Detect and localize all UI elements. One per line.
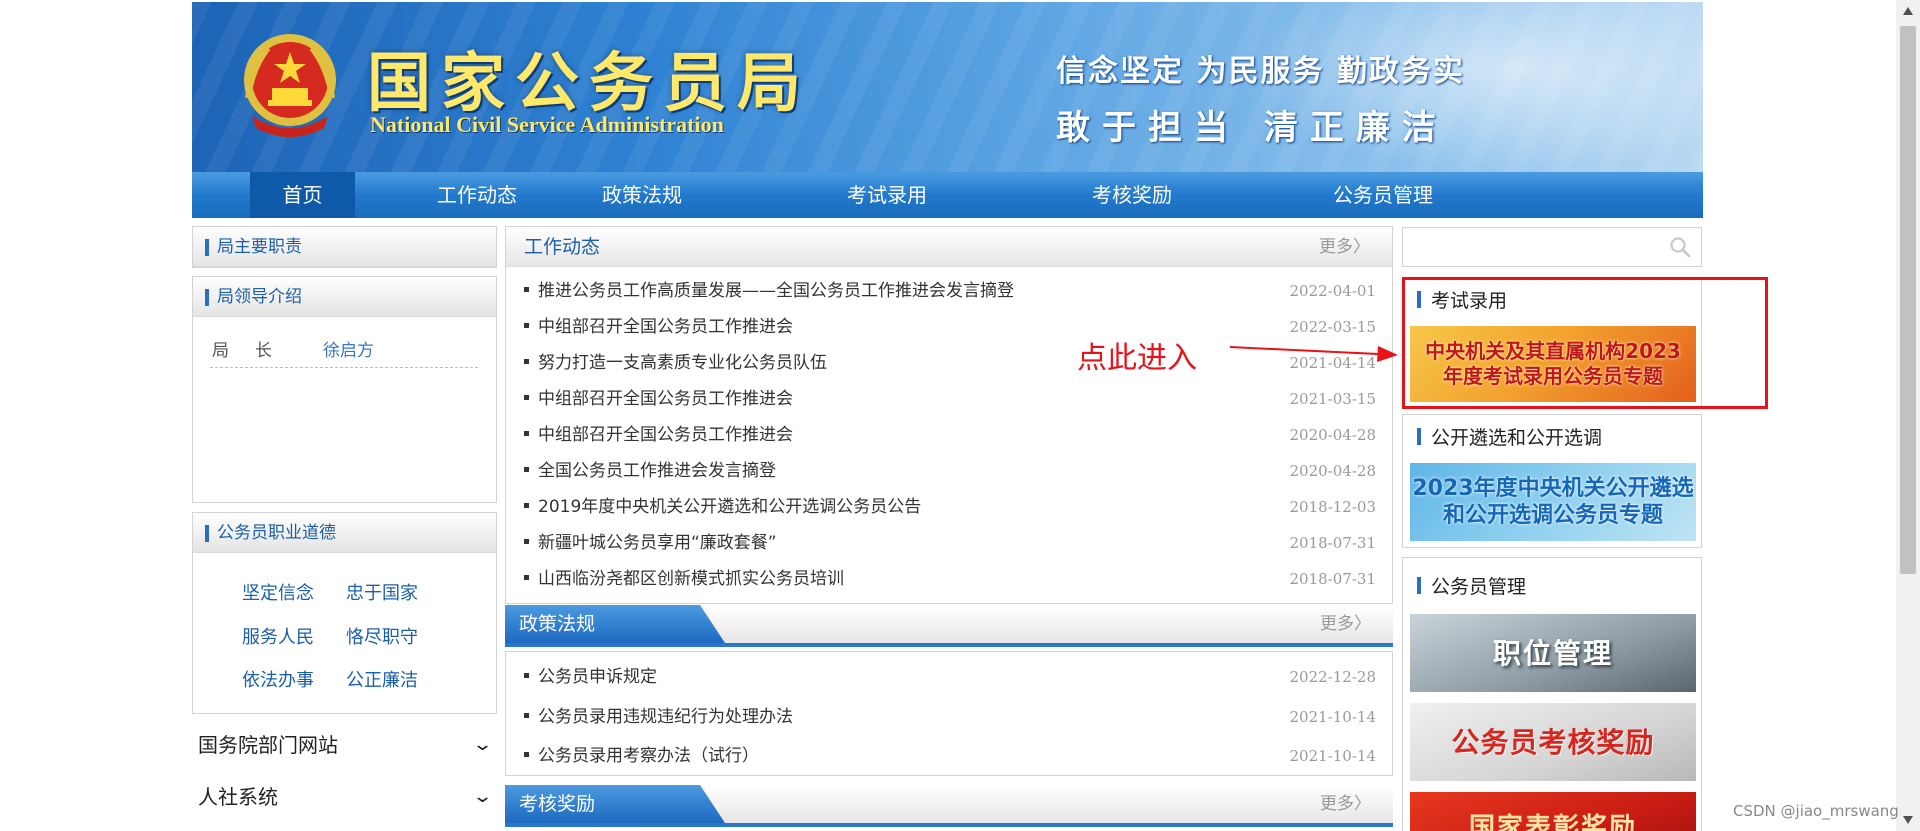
nav-item-policy[interactable]: 政策法规 xyxy=(582,172,702,218)
news-item[interactable]: 全国公务员工作推进会发言摘登 2020-04-28 xyxy=(524,457,1376,485)
news-item[interactable]: 2019年度中央机关公开遴选和公开选调公务员公告 2018-12-03 xyxy=(524,493,1376,521)
ethics-item[interactable]: 服务人民 xyxy=(242,623,314,649)
ethics-item[interactable]: 公正廉洁 xyxy=(346,666,418,692)
news-item[interactable]: 推进公务员工作高质量发展——全国公务员工作推进会发言摘登 2022-04-01 xyxy=(524,277,1376,305)
slogan-line-1: 信念坚定 为民服务 勤政务实 xyxy=(1056,54,1465,89)
arrow-right-icon xyxy=(1229,346,1398,362)
site-title-cn: 国家公务员局 xyxy=(367,46,811,121)
ethics-item[interactable]: 依法办事 xyxy=(242,666,314,692)
dropdown-hr-system[interactable]: 人社系统 ⌄ xyxy=(198,773,496,821)
reward-header: 考核奖励 更多〉 xyxy=(505,785,1393,827)
dropdown-label: 人社系统 xyxy=(198,785,278,809)
scrollbar-thumb[interactable] xyxy=(1900,26,1916,574)
ethics-box: 公务员职业道德 xyxy=(192,512,497,714)
vertical-scrollbar[interactable] xyxy=(1896,0,1920,831)
page: 国家公务员局 National Civil Service Administra… xyxy=(0,0,1920,831)
selection-title[interactable]: 公开遴选和公开选调 xyxy=(1417,423,1602,450)
dropdown-state-council-sites[interactable]: 国务院部门网站 ⌄ xyxy=(198,721,496,769)
policy-item[interactable]: 公务员录用考察办法（试行） 2021-10-14 xyxy=(524,742,1376,770)
nav-item-work-news[interactable]: 工作动态 xyxy=(417,172,537,218)
policy-title[interactable]: 政策法规 xyxy=(519,605,595,643)
reward-title[interactable]: 考核奖励 xyxy=(519,785,595,823)
search-input[interactable] xyxy=(1411,234,1661,262)
leader-name-link[interactable]: 徐启方 xyxy=(323,336,374,361)
position-management-banner[interactable]: 职位管理 xyxy=(1410,614,1696,692)
leader-role: 局长 xyxy=(212,341,298,361)
chevron-down-icon: ⌄ xyxy=(471,734,494,755)
management-box: 公务员管理 xyxy=(1402,557,1702,831)
leaders-box: 局领导介绍 xyxy=(192,276,497,503)
nav-item-home[interactable]: 首页 xyxy=(250,172,355,218)
leader-row: 局长 徐启方 xyxy=(210,336,478,368)
annotation-label: 点此进入 xyxy=(1077,341,1197,376)
search-icon[interactable] xyxy=(1669,236,1691,258)
management-title[interactable]: 公务员管理 xyxy=(1417,572,1526,599)
news-item[interactable]: 山西临汾尧都区创新模式抓实公务员培训 2018-07-31 xyxy=(524,565,1376,593)
ethics-item[interactable]: 忠于国家 xyxy=(346,579,418,605)
chevron-down-icon: ⌄ xyxy=(471,786,494,807)
leaders-header[interactable]: 局领导介绍 xyxy=(193,277,496,317)
ethics-item[interactable]: 坚定信念 xyxy=(242,579,314,605)
news-item[interactable]: 中组部召开全国公务员工作推进会 2021-03-15 xyxy=(524,385,1376,413)
nav-item-management[interactable]: 公务员管理 xyxy=(1308,172,1458,218)
policy-item[interactable]: 公务员申诉规定 2022-12-28 xyxy=(524,663,1376,691)
policy-header: 政策法规 更多〉 xyxy=(505,605,1393,647)
scroll-down-icon[interactable] xyxy=(1902,815,1914,825)
site-banner: 国家公务员局 National Civil Service Administra… xyxy=(192,2,1703,172)
selection-promo-banner[interactable]: 2023年度中央机关公开遴选 和公开选调公务员专题 xyxy=(1410,463,1696,541)
duties-box: 局主要职责 xyxy=(192,226,497,268)
site-title-en: National Civil Service Administration xyxy=(370,112,724,137)
news-item[interactable]: 新疆叶城公务员享用“廉政套餐” 2018-07-31 xyxy=(524,529,1376,557)
work-news-more-link[interactable]: 更多〉 xyxy=(1319,227,1370,267)
nav-item-exam[interactable]: 考试录用 xyxy=(827,172,947,218)
reward-more-link[interactable]: 更多〉 xyxy=(1320,785,1371,823)
highlight-box xyxy=(1402,277,1768,409)
national-honors-banner[interactable]: 国家表彰奖励 xyxy=(1410,792,1696,831)
ethics-header[interactable]: 公务员职业道德 xyxy=(193,513,496,553)
watermark: CSDN @jiao_mrswang xyxy=(1733,802,1899,820)
duties-header[interactable]: 局主要职责 xyxy=(193,227,496,267)
dropdown-label: 国务院部门网站 xyxy=(198,733,338,757)
assessment-reward-banner[interactable]: 公务员考核奖励 xyxy=(1410,703,1696,781)
slogan-line-2: 敢于担当 清正廉洁 xyxy=(1056,108,1448,148)
news-item[interactable]: 中组部召开全国公务员工作推进会 2022-03-15 xyxy=(524,313,1376,341)
nav-item-reward[interactable]: 考核奖励 xyxy=(1072,172,1192,218)
work-news-title[interactable]: 工作动态 xyxy=(524,227,600,267)
main-nav: 首页 工作动态 政策法规 考试录用 考核奖励 公务员管理 xyxy=(192,172,1703,218)
news-item[interactable]: 中组部召开全国公务员工作推进会 2020-04-28 xyxy=(524,421,1376,449)
search-box xyxy=(1402,227,1702,267)
national-emblem-icon xyxy=(244,34,336,137)
policy-item[interactable]: 公务员录用违规违纪行为处理办法 2021-10-14 xyxy=(524,703,1376,731)
scroll-up-icon[interactable] xyxy=(1902,6,1914,16)
ethics-item[interactable]: 恪尽职守 xyxy=(346,623,418,649)
policy-more-link[interactable]: 更多〉 xyxy=(1320,605,1371,643)
